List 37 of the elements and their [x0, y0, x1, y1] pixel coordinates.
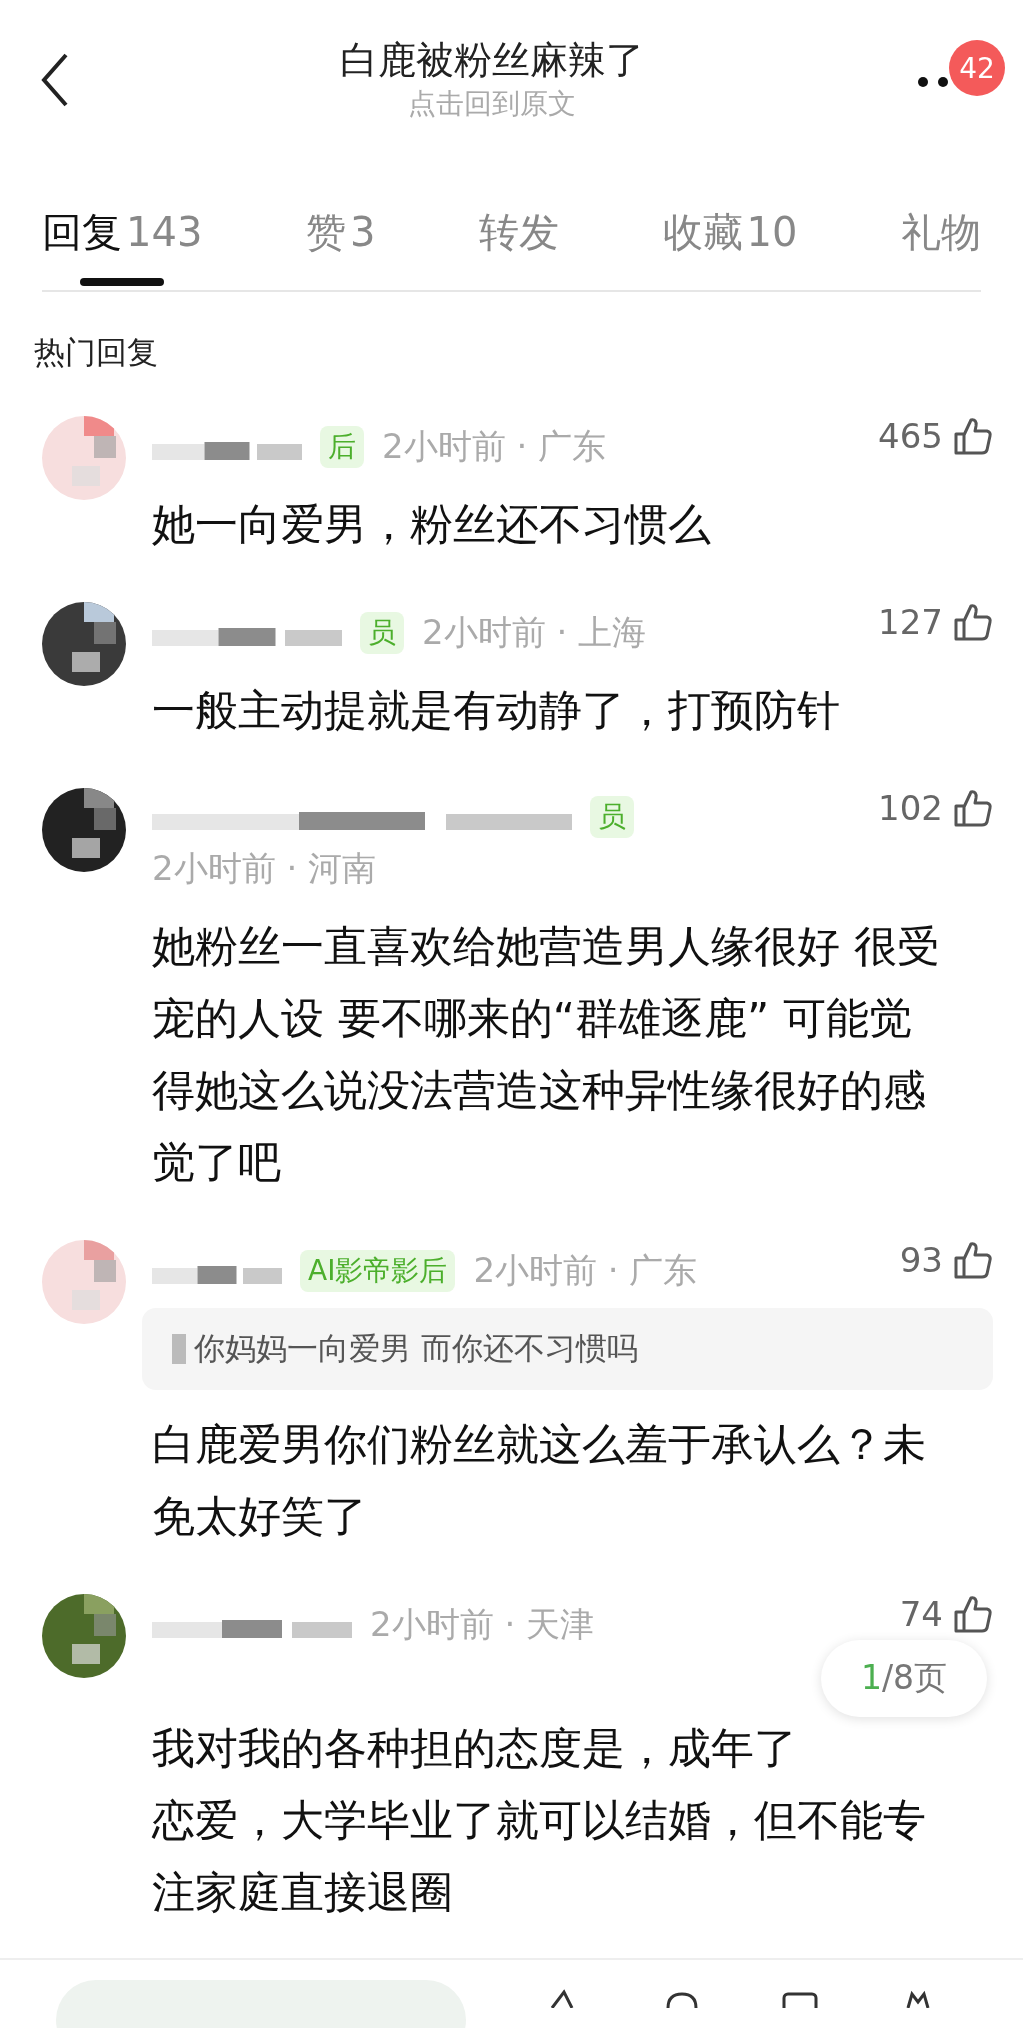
- thumbs-up-icon[interactable]: [953, 1594, 993, 1634]
- thumbs-up-icon[interactable]: [953, 602, 993, 642]
- comment-time: 2小时前 · 河南: [152, 847, 377, 890]
- comment-text: 一般主动提就是有动静了，打预防针: [152, 684, 840, 737]
- comment-time: 2小时前 · 广东: [473, 1249, 698, 1292]
- comment-time: 2小时前 · 天津: [370, 1603, 595, 1646]
- like-count: 74: [899, 1594, 943, 1634]
- like-count: 465: [878, 416, 943, 456]
- tab[interactable]: 回复 143: [42, 195, 203, 290]
- user-badge: 后: [320, 426, 364, 468]
- thumbs-up-icon[interactable]: [953, 788, 993, 828]
- thumbs-up-icon[interactable]: [953, 1240, 993, 1280]
- post-title: 白鹿被粉丝麻辣了: [338, 37, 645, 84]
- user-badge: 员: [360, 612, 404, 654]
- comment-text: 白鹿爱男你们粉丝就这么羞于承认么？未 免太好笑了: [152, 1418, 926, 1543]
- tab[interactable]: 转发: [478, 195, 559, 290]
- like-count: 93: [899, 1240, 943, 1280]
- back-icon[interactable]: [40, 52, 70, 108]
- tab[interactable]: 赞3: [305, 195, 376, 290]
- comment-text: 她一向爱男，粉丝还不习惯么: [152, 498, 711, 551]
- comment-time: 2小时前 · 广东: [382, 425, 607, 468]
- user-badge: 员: [590, 796, 634, 838]
- tab[interactable]: 礼物: [900, 195, 981, 290]
- blurred-username: [172, 1334, 186, 1364]
- section-title: 热门回复: [34, 333, 159, 372]
- comment-time: 2小时前 · 上海: [422, 611, 647, 654]
- comment-text: 她粉丝一直喜欢给她营造男人缘很好 很受 宠的人设 要不哪来的“群雄逐鹿” 可能觉 得她这么说没法营造这种异性缘很好的感 觉了吧: [152, 920, 940, 1189]
- quoted-reply: 你妈妈一向爱男 而你还不习惯吗: [194, 1329, 638, 1368]
- notification-badge: 42: [949, 40, 1005, 96]
- like-count: 127: [878, 602, 943, 642]
- comment-text: 我对我的各种担的态度是，成年了 恋爱，大学毕业了就可以结婚，但不能专 注家庭直接退圈: [152, 1722, 926, 1919]
- page-indicator[interactable]: 1/8页: [820, 1640, 987, 1717]
- user-badge: AI影帝影后: [300, 1250, 456, 1292]
- thumbs-up-icon[interactable]: [953, 416, 993, 456]
- tab[interactable]: 收藏 10: [662, 195, 798, 290]
- back-to-post-link[interactable]: 点击回到原文: [70, 84, 913, 124]
- like-count: 102: [878, 788, 943, 828]
